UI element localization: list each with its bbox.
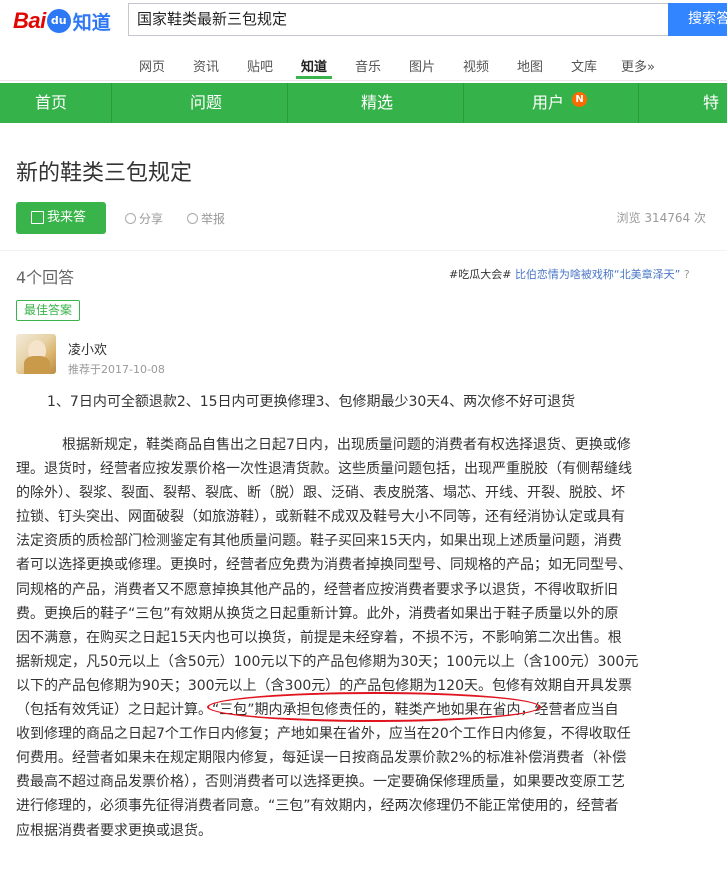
- answer-line: 的除外）、裂浆、裂面、裂帮、裂底、断（脱）跟、泛硝、表皮脱落、塌芯、开线、开裂、…: [16, 485, 625, 502]
- nav-divider: [638, 83, 639, 123]
- hot-topic[interactable]: #吃瓜大会# 比伯恋情为啥被戏称“北美章泽天” ?: [449, 266, 690, 282]
- nav-item-map[interactable]: 地图: [517, 56, 543, 75]
- answer-line: 者可以选择更换或修理。更换时，经营者应免费为消费者掉换同型号、同规格的产品；如无…: [16, 557, 632, 574]
- recommend-date: 推荐于2017-10-08: [68, 363, 165, 376]
- paw-icon: du: [46, 9, 71, 33]
- nav-item-more[interactable]: 更多»: [621, 56, 655, 75]
- share-icon: [125, 213, 136, 224]
- answer-line: 因不满意，在购买之日起15天内也可以换货，前提是未经穿着，不损不污，不影响第二次…: [16, 629, 622, 646]
- answer-username[interactable]: 凌小欢: [68, 339, 107, 358]
- avatar-body: [24, 356, 50, 374]
- hot-topic-link[interactable]: 比伯恋情为啥被戏称“北美章泽天”: [515, 268, 680, 281]
- best-answer-badge: 最佳答案: [16, 300, 81, 321]
- avatar[interactable]: [16, 334, 56, 374]
- main-nav-home[interactable]: 首页: [35, 83, 67, 123]
- answer-line: 进行修理的，必须事先征得消费者同意。“三包”有效期内，经两次修理仍不能正常使用的…: [16, 798, 619, 815]
- answer-body: 根据新规定，鞋类商品自售出之日起7日内，出现质量问题的消费者有权选择退货、更换或…: [16, 433, 726, 843]
- nav-item-web[interactable]: 网页: [139, 56, 165, 75]
- logo-text-bai: Bai: [13, 8, 46, 33]
- report-label: 举报: [201, 212, 226, 226]
- question-title: 新的鞋类三包规定: [16, 161, 193, 186]
- nav-item-wenku[interactable]: 文库: [571, 56, 597, 75]
- answer-line: 同规格的产品，消费者又不愿意掉换其他产品的，经营者应按消费者要求予以退货，不得收…: [16, 581, 618, 598]
- answer-button[interactable]: 我来答: [16, 202, 106, 234]
- main-nav-users[interactable]: 用户: [532, 83, 564, 123]
- answers-count: 4个回答: [16, 268, 75, 287]
- hot-topic-tag: #吃瓜大会#: [449, 268, 512, 281]
- new-badge: N: [572, 92, 587, 107]
- answer-line: 费最高不超过商品发票价格），否则消费者可以选择更换。一定要确保修理质量，如果要改…: [16, 774, 625, 791]
- answer-line: 何费用。经营者如果未在规定期限内修复，每延误一日按商品发票价款2%的标准补偿消费…: [16, 750, 627, 767]
- nav-item-music[interactable]: 音乐: [355, 56, 381, 75]
- answer-line: 收到修理的商品之日起7个工作日内修复；产地如果在省外，应当在20个工作日内修复，…: [16, 726, 631, 743]
- answer-line: 理。退货时，经营者应按发票价格一次性退清货款。这些质量问题包括，出现严重脱胶（有…: [16, 461, 632, 478]
- divider: [0, 250, 727, 251]
- nav-item-tieba[interactable]: 贴吧: [247, 56, 273, 75]
- report-link[interactable]: 举报: [187, 210, 225, 227]
- answer-line: 法定资质的质检部门检测鉴定有其他质量问题。鞋子买回来15天内，如果出现上述质量问…: [16, 533, 622, 550]
- red-circle-annotation: [207, 692, 541, 722]
- share-label: 分享: [139, 212, 164, 226]
- answer-line: 拉锁、钉头突出、网面破裂（如旅游鞋），或新鞋不成双及鞋号大小不同等，还有经消协认…: [16, 509, 625, 526]
- logo-text-zhidao: 知道: [72, 11, 111, 34]
- answer-line: 费。更换后的鞋子“三包”有效期从换货之日起重新计算。此外，消费者如果出于鞋子质量…: [16, 605, 619, 622]
- category-nav: 网页 资讯 贴吧 知道 音乐 图片 视频 地图 文库 更多»: [0, 45, 727, 81]
- main-nav-questions[interactable]: 问题: [190, 83, 222, 123]
- nav-item-images[interactable]: 图片: [409, 56, 435, 75]
- search-input[interactable]: 国家鞋类最新三包规定: [128, 3, 668, 36]
- answer-summary: 1、7日内可全额退款2、15日内可更换修理3、包修期最少30天4、两次修不好可退…: [47, 394, 576, 410]
- main-nav-bar: 首页 问题 精选 用户 N 特色: [0, 83, 727, 152]
- active-tab-underline: [296, 76, 332, 79]
- share-link[interactable]: 分享: [125, 210, 163, 227]
- nav-divider: [463, 83, 464, 123]
- search-button[interactable]: 搜索答: [668, 3, 727, 36]
- top-bar: Bai du 知道 国家鞋类最新三包规定 搜索答: [0, 0, 727, 45]
- nav-divider: [111, 83, 112, 123]
- main-nav-featured[interactable]: 精选: [361, 83, 393, 123]
- nav-item-news[interactable]: 资讯: [193, 56, 219, 75]
- nav-item-video[interactable]: 视频: [463, 56, 489, 75]
- help-icon[interactable]: ?: [684, 268, 690, 281]
- answer-line: 应根据消费者要求更换或退货。: [16, 822, 212, 839]
- baidu-zhidao-logo[interactable]: Bai du 知道: [13, 7, 111, 35]
- answer-button-label: 我来答: [47, 210, 87, 225]
- answer-line: 据新规定，凡50元以上（含50元）100元以下的产品包修期为30天；100元以上…: [16, 653, 639, 670]
- report-icon: [187, 213, 198, 224]
- edit-icon: [31, 211, 44, 224]
- answer-line: 根据新规定，鞋类商品自售出之日起7日内，出现质量问题的消费者有权选择退货、更换或…: [62, 437, 631, 453]
- nav-divider: [287, 83, 288, 123]
- main-nav-special[interactable]: 特色: [703, 83, 727, 152]
- view-count: 浏览 314764 次: [616, 211, 706, 225]
- nav-item-zhidao[interactable]: 知道: [301, 56, 327, 75]
